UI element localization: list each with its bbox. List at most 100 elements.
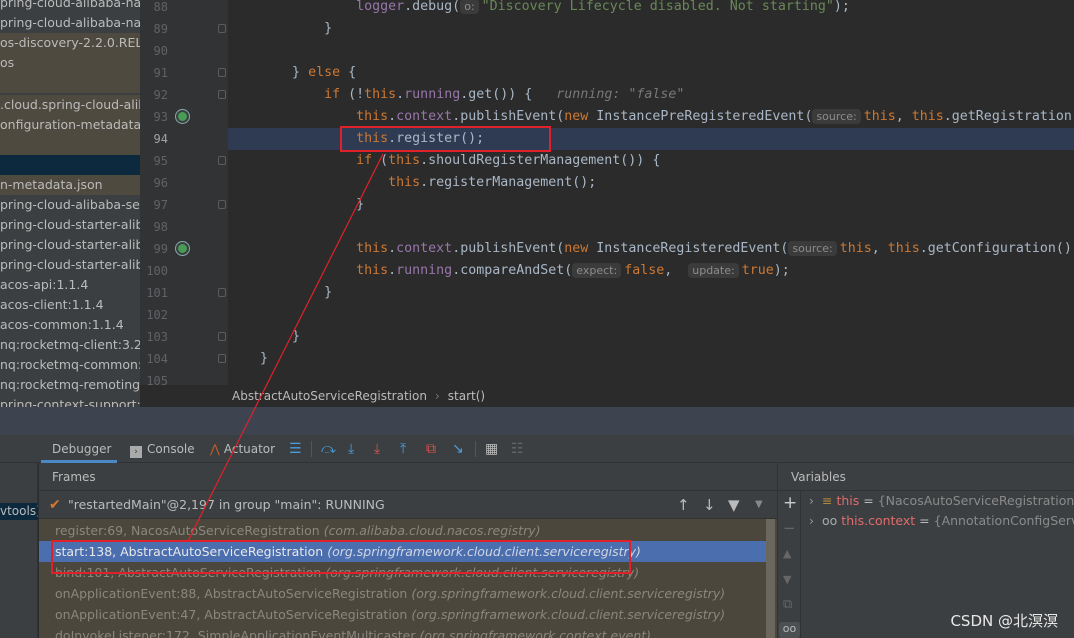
arrow-up-icon[interactable]: ↑ — [677, 491, 690, 519]
tree-item[interactable]: os — [0, 53, 140, 73]
fold-icon[interactable] — [218, 354, 226, 363]
divider — [311, 441, 312, 457]
step-into-icon[interactable]: ⤓ — [348, 441, 354, 457]
tree-item[interactable]: os-discovery-2.2.0.RELEA — [0, 33, 140, 53]
code-token: .compareAndSet( — [452, 263, 573, 278]
tree-item[interactable]: pring-context-support:1. — [0, 395, 140, 407]
code-token: running — [404, 87, 461, 102]
frames-list[interactable]: doInvokeListener:172, SimpleApplicationE… — [39, 519, 777, 638]
breakpoint-icon[interactable] — [176, 242, 189, 255]
tree-item[interactable]: acos-common:1.1.4 — [0, 315, 140, 335]
run-to-cursor-icon[interactable]: ↘ — [452, 441, 464, 457]
drop-frame-icon[interactable]: ⧉ — [426, 441, 436, 457]
tree-item[interactable]: acos-api:1.1.4 — [0, 275, 140, 295]
plus-icon[interactable]: + — [783, 493, 797, 513]
frame-package: (org.springframework.cloud.client.servic… — [411, 586, 726, 601]
code-token: } — [228, 21, 333, 36]
code-token: .getConfiguration() — [919, 241, 1072, 256]
tree-item[interactable]: .cloud.spring-cloud-aliba — [0, 95, 140, 115]
breadcrumb-method[interactable]: start() — [448, 389, 485, 403]
actuator-icon: ⋀ — [210, 442, 220, 456]
frame-item[interactable]: doInvokeListener:172, SimpleApplicationE… — [39, 625, 769, 638]
line-number: 89 — [153, 22, 168, 36]
tree-item[interactable]: pring-cloud-alibaba-seat — [0, 195, 140, 215]
parameter-hint: source: — [812, 109, 861, 124]
tree-item[interactable]: nq:rocketmq-common:3.2 — [0, 355, 140, 375]
filter-icon[interactable]: ▼ — [728, 491, 740, 519]
line-number: 90 — [153, 44, 168, 58]
tree-item[interactable]: acos-client:1.1.4 — [0, 295, 140, 315]
trace-icon[interactable]: ☷ — [511, 441, 524, 457]
tab-console[interactable]: › Console — [130, 435, 195, 463]
evaluate-expression-icon[interactable]: ▦ — [485, 441, 498, 457]
code-line: } else { — [228, 62, 1074, 84]
tab-debugger[interactable]: Debugger — [41, 435, 117, 463]
watches-icon[interactable]: oo — [779, 622, 800, 638]
code-token: ( — [372, 153, 389, 168]
fold-icon[interactable] — [218, 200, 226, 209]
fold-icon[interactable] — [218, 156, 226, 165]
fold-icon[interactable] — [218, 90, 226, 99]
fold-icon[interactable] — [218, 68, 226, 77]
code-editor[interactable]: logger.debug(o: "Discovery Lifecycle disa… — [228, 0, 1074, 385]
tree-item[interactable] — [0, 135, 140, 155]
line-number: 98 — [153, 220, 168, 234]
fold-icon[interactable] — [218, 24, 226, 33]
breakpoint-icon[interactable] — [176, 110, 189, 123]
tree-item[interactable]: pring-cloud-starter-aliba — [0, 255, 140, 275]
force-step-into-icon[interactable]: ⤓ — [374, 441, 380, 457]
code-line: } — [228, 282, 1074, 304]
step-over-icon[interactable]: ⤼ — [321, 441, 336, 457]
code-line: } — [228, 18, 1074, 40]
fold-icon[interactable] — [218, 288, 226, 297]
code-token: running — [396, 263, 453, 278]
chevron-down-icon[interactable]: ▼ — [755, 491, 763, 519]
frame-item[interactable]: register:69, NacosAutoServiceRegistratio… — [39, 520, 769, 541]
tree-item[interactable]: n-metadata.json — [0, 175, 140, 195]
tree-item[interactable]: nq:rocketmq-client:3.2.6 — [0, 335, 140, 355]
fold-icon[interactable] — [218, 332, 226, 341]
code-token: "Discovery Lifecycle disabled. Not start… — [481, 0, 834, 14]
code-token: . — [388, 109, 397, 124]
frame-item[interactable]: onApplicationEvent:47, AbstractAutoServi… — [39, 604, 769, 625]
tree-item[interactable]: pring-cloud-alibaba-naco — [0, 0, 140, 13]
scrollbar[interactable] — [766, 519, 775, 638]
chevron-right-icon[interactable]: › — [809, 513, 814, 528]
line-number: 102 — [146, 308, 168, 322]
tree-item[interactable] — [0, 73, 140, 93]
parameter-hint: o: — [460, 0, 479, 14]
code-token: this — [388, 175, 421, 190]
tree-item[interactable]: pring-cloud-starter-aliba — [0, 235, 140, 255]
arrow-down-icon[interactable]: ↓ — [703, 491, 716, 519]
code-token: new — [564, 241, 589, 256]
tree-item[interactable] — [0, 155, 140, 175]
tree-item[interactable]: pring-cloud-alibaba-naco — [0, 13, 140, 33]
code-token: running: "false" — [556, 87, 685, 102]
code-token: this — [839, 241, 872, 256]
code-token: this — [364, 87, 397, 102]
frame-item[interactable]: onApplicationEvent:88, AbstractAutoServi… — [39, 583, 769, 604]
minus-icon[interactable]: − — [783, 519, 796, 537]
variable-item[interactable]: › ≡ this = {NacosAutoServiceRegistration@ — [809, 491, 1074, 511]
move-down-icon[interactable]: ▼ — [783, 573, 791, 586]
console-icon: › — [130, 446, 142, 458]
frame-package: (org.springframework.context.event) — [419, 628, 652, 638]
line-number: 97 — [153, 198, 168, 212]
thread-selector[interactable]: ✔ "restartedMain"@2,197 in group "main":… — [39, 491, 777, 519]
move-up-icon[interactable]: ▲ — [783, 547, 791, 560]
tab-actuator[interactable]: ⋀ Actuator — [210, 435, 275, 463]
tree-item[interactable]: onfiguration-metadata.js — [0, 115, 140, 135]
chevron-right-icon[interactable]: › — [809, 493, 814, 508]
step-out-icon[interactable]: ⤒ — [400, 441, 406, 457]
layout-icon[interactable]: ☰ — [289, 441, 302, 457]
breadcrumb-class[interactable]: AbstractAutoServiceRegistration — [232, 389, 427, 403]
tree-item[interactable]: nq:rocketmq-remoting:3. — [0, 375, 140, 395]
tree-item[interactable]: pring-cloud-starter-aliba — [0, 215, 140, 235]
copy-icon[interactable]: ⧉ — [783, 597, 792, 612]
variable-item[interactable]: › oothis.context = {AnnotationConfigServl… — [809, 511, 1074, 531]
